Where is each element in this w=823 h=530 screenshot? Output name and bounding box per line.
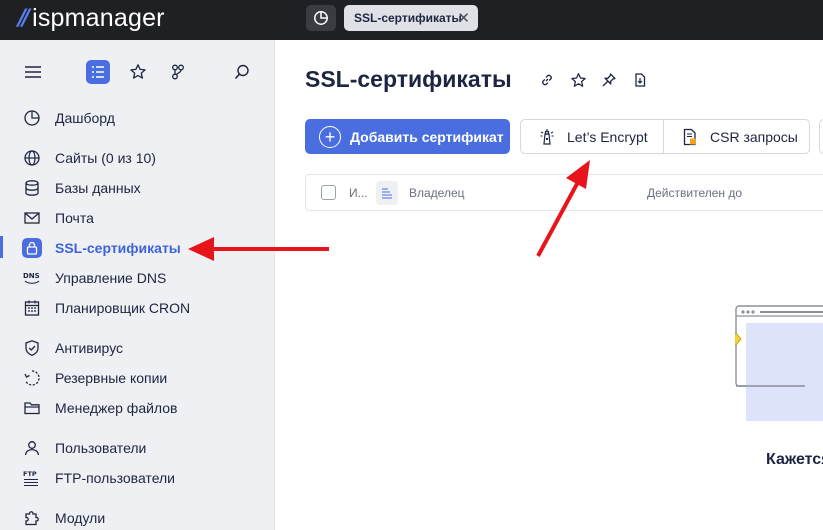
database-icon (22, 178, 42, 198)
user-icon (22, 438, 42, 458)
add-certificate-button[interactable]: + Добавить сертификат (305, 119, 510, 154)
backup-icon (22, 368, 42, 388)
sidebar-item-label: SSL-сертификаты (55, 240, 181, 256)
list-view-icon[interactable] (86, 60, 110, 84)
sidebar-item-label: Пользователи (55, 440, 147, 456)
globe-icon (22, 148, 42, 168)
csr-document-icon (680, 127, 700, 147)
pie-chart-icon (314, 11, 328, 25)
sidebar-item-dns[interactable]: DNS Управление DNS (22, 266, 166, 290)
csr-requests-label: CSR запросы (710, 128, 798, 145)
hamburger-menu-icon[interactable] (21, 60, 45, 84)
empty-state-illustration (735, 305, 823, 421)
tab-close-icon[interactable]: ✕ (457, 9, 470, 27)
logo-mark-icon: // (18, 5, 30, 31)
page-title: SSL-сертификаты (305, 66, 512, 92)
folder-icon (22, 398, 42, 418)
letsencrypt-button[interactable]: Let’s Encrypt (521, 120, 664, 153)
sidebar-item-sites[interactable]: Сайты (0 из 10) (22, 146, 156, 170)
sidebar-item-label: Антивирус (55, 340, 124, 356)
top-bar: // ispmanager SSL-сертификаты ✕ (0, 0, 823, 40)
dashboard-tab[interactable] (306, 5, 336, 31)
column-header-owner[interactable]: Владелец (409, 186, 465, 200)
column-sort-icon[interactable] (376, 181, 398, 205)
svg-text:DNS: DNS (23, 272, 40, 280)
sidebar-item-ssl-certificates[interactable]: SSL-сертификаты (22, 236, 181, 260)
sidebar-item-label: Базы данных (55, 180, 141, 196)
pin-icon[interactable] (599, 70, 619, 90)
calendar-icon (22, 298, 42, 318)
title-actions (537, 70, 650, 90)
csr-requests-button[interactable]: CSR запросы (664, 120, 798, 153)
logo-text: ispmanager (32, 3, 165, 32)
column-header-valid-until[interactable]: Действителен до (647, 186, 742, 200)
select-all-checkbox[interactable] (321, 185, 336, 200)
sidebar-item-label: Менеджер файлов (55, 400, 178, 416)
favorite-star-icon[interactable] (568, 70, 588, 90)
tab-ssl-certificates[interactable]: SSL-сертификаты ✕ (344, 5, 478, 31)
sidebar: Дашборд Сайты (0 из 10) Базы данных Почт… (0, 40, 275, 530)
toolbar-button-group: Let’s Encrypt CSR запросы (520, 119, 810, 154)
sidebar-item-label: Сайты (0 из 10) (55, 150, 156, 166)
lighthouse-icon (537, 127, 557, 147)
star-icon[interactable] (126, 60, 150, 84)
dashboard-icon (22, 108, 42, 128)
sidebar-item-label: Почта (55, 210, 94, 226)
search-icon[interactable] (230, 60, 254, 84)
app-logo[interactable]: // ispmanager (18, 4, 165, 32)
document-download-icon[interactable] (630, 70, 650, 90)
sidebar-item-databases[interactable]: Базы данных (22, 176, 141, 200)
empty-state-text: Кажется (766, 451, 823, 468)
sidebar-item-label: Планировщик CRON (55, 300, 191, 316)
sidebar-item-label: Резервные копии (55, 370, 168, 386)
nodes-icon[interactable] (166, 60, 190, 84)
puzzle-icon (22, 508, 42, 528)
link-icon[interactable] (537, 70, 557, 90)
sidebar-item-ftp-users[interactable]: FTP FTP-пользователи (22, 466, 175, 490)
sidebar-item-antivirus[interactable]: Антивирус (22, 336, 123, 360)
sidebar-item-label: FTP-пользователи (55, 470, 175, 486)
sidebar-item-cron[interactable]: Планировщик CRON (22, 296, 190, 320)
more-actions-button[interactable] (819, 119, 823, 154)
sidebar-toolbar (0, 40, 275, 104)
add-certificate-label: Добавить сертификат (350, 128, 504, 145)
table-header: И... Владелец Действителен до (305, 174, 823, 211)
sidebar-item-modules[interactable]: Модули (22, 506, 105, 530)
sidebar-item-backups[interactable]: Резервные копии (22, 366, 167, 390)
dns-icon: DNS (22, 268, 42, 288)
plus-circle-icon: + (319, 125, 341, 148)
active-item-indicator (0, 236, 3, 258)
column-header-name[interactable]: И... (349, 186, 368, 200)
ftp-icon: FTP (22, 468, 42, 488)
sidebar-item-label: Дашборд (55, 110, 115, 126)
letsencrypt-label: Let’s Encrypt (567, 128, 648, 145)
sidebar-item-label: Модули (55, 510, 106, 526)
tab-label: SSL-сертификаты (354, 11, 462, 25)
sidebar-item-users[interactable]: Пользователи (22, 436, 146, 460)
sidebar-item-mail[interactable]: Почта (22, 206, 94, 230)
sidebar-item-dashboard[interactable]: Дашборд (22, 106, 115, 130)
sidebar-item-label: Управление DNS (55, 270, 167, 286)
sidebar-item-file-manager[interactable]: Менеджер файлов (22, 396, 178, 420)
mail-icon (22, 208, 42, 228)
lock-icon (22, 238, 42, 258)
svg-text:FTP: FTP (23, 470, 37, 478)
shield-icon (22, 338, 42, 358)
